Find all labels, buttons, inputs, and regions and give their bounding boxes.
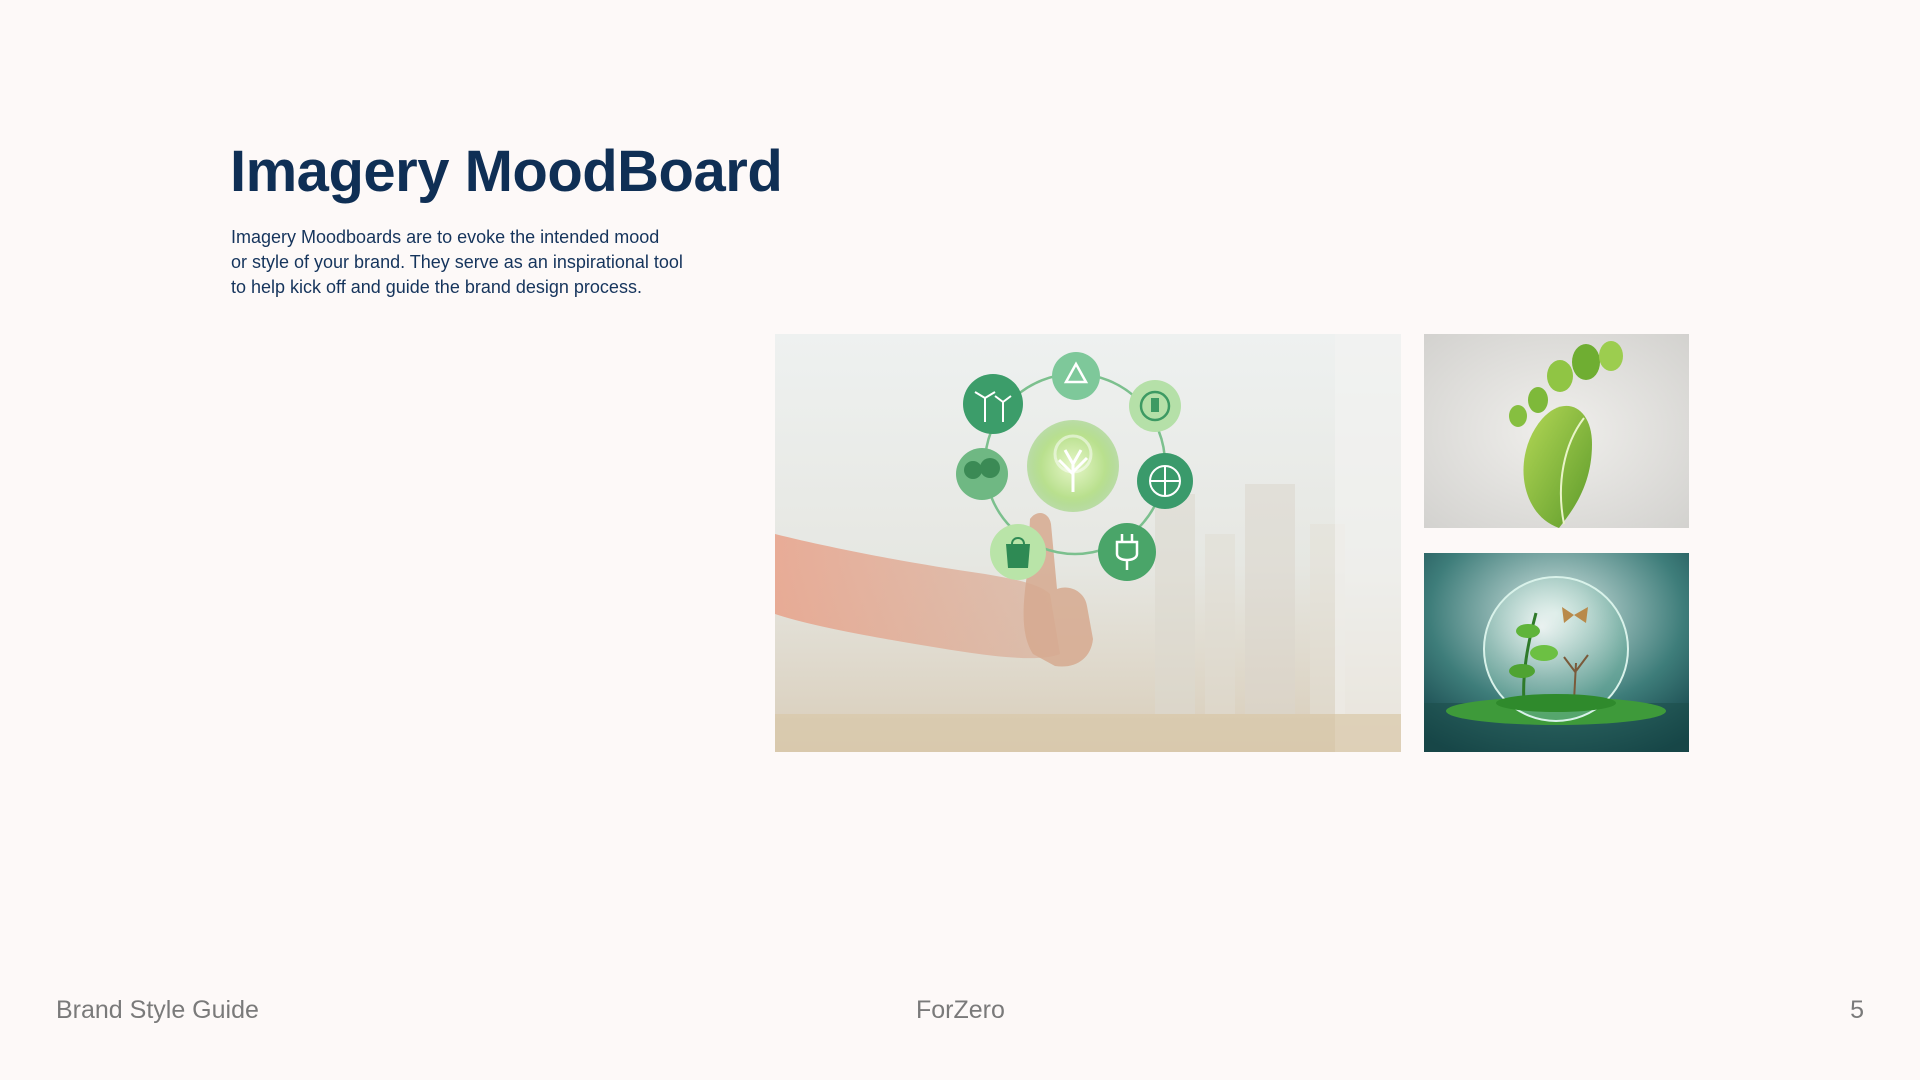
footer-company-name: ForZero [916, 996, 1005, 1024]
battery-cycle-icon [1129, 380, 1181, 432]
recycle-icon [1052, 352, 1100, 400]
moodboard-image-glass-globe [1424, 553, 1689, 752]
description-line: Imagery Moodboards are to evoke the inte… [231, 227, 660, 247]
page-description: Imagery Moodboards are to evoke the inte… [231, 225, 761, 300]
description-line: or style of your brand. They serve as an… [231, 252, 683, 272]
plug-icon [1098, 523, 1156, 581]
trees-icon [956, 448, 1008, 500]
recycle-bag-icon [990, 524, 1046, 580]
moodboard-image-leaf-footprint [1424, 334, 1689, 528]
globe-icon [1137, 453, 1193, 509]
page-number: 5 [1850, 996, 1864, 1024]
description-line: to help kick off and guide the brand des… [231, 277, 642, 297]
page-title: Imagery MoodBoard [230, 139, 783, 204]
wind-turbine-icon [963, 374, 1023, 434]
moodboard-image-eco-icons [775, 334, 1401, 752]
footer-brand-guide: Brand Style Guide [56, 996, 259, 1024]
